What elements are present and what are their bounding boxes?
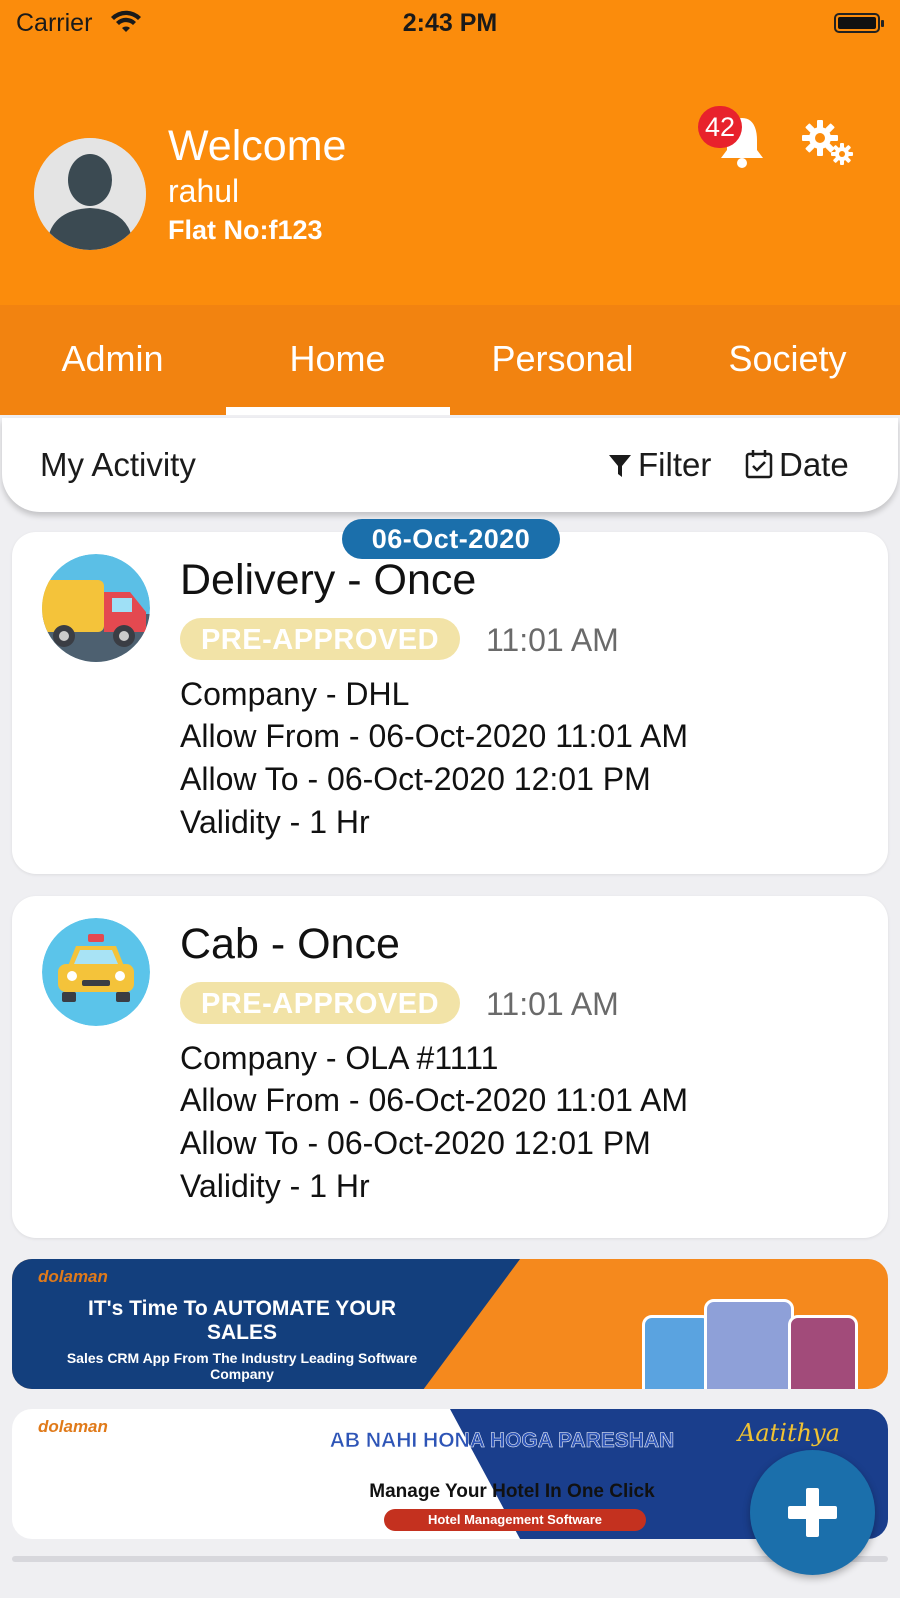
taxi-cab-icon: [42, 918, 150, 1026]
notification-badge: 42: [698, 106, 742, 148]
banner-headline: AB NAHI HONA HOGA PARESHAN: [329, 1429, 675, 1453]
activity-header: My Activity Filter Date: [2, 418, 898, 512]
avatar[interactable]: [34, 138, 146, 250]
calendar-icon: [745, 450, 773, 479]
card-allow-from: Allow From - 06-Oct-2020 11:01 AM: [180, 1082, 689, 1118]
card-allow-to: Allow To - 06-Oct-2020 12:01 PM: [180, 1125, 651, 1161]
card-time: 11:01 AM: [486, 622, 619, 658]
battery-icon: [834, 13, 884, 33]
clock: 2:43 PM: [402, 9, 498, 37]
date-group-pill: 06-Oct-2020: [342, 519, 560, 559]
card-allow-to: Allow To - 06-Oct-2020 12:01 PM: [180, 761, 651, 797]
activity-card-delivery[interactable]: Delivery - Once PRE-APPROVED 11:01 AM Co…: [12, 532, 888, 874]
banner-logo: dolaman: [38, 1417, 108, 1436]
username: rahul: [168, 173, 240, 209]
tab-admin[interactable]: Admin: [0, 305, 225, 415]
flat-number: Flat No:f123: [168, 215, 323, 245]
activity-title: My Activity: [40, 446, 196, 483]
card-allow-from: Allow From - 06-Oct-2020 11:01 AM: [180, 718, 689, 754]
tab-bar: Admin Home Personal Society: [0, 305, 900, 415]
ad-banner-sales-crm[interactable]: dolaman IT's Time To AUTOMATE YOUR SALES…: [12, 1259, 888, 1389]
delivery-truck-icon: [42, 554, 150, 662]
banner-headline: IT's Time To AUTOMATE YOUR SALES: [88, 1297, 396, 1344]
date-button[interactable]: Date: [745, 446, 849, 484]
filter-icon: [609, 455, 631, 477]
card-company: Company - DHL: [180, 676, 410, 712]
status-badge: PRE-APPROVED: [180, 618, 460, 660]
user-silhouette-icon: [34, 138, 146, 250]
settings-gear-icon[interactable]: [800, 118, 856, 168]
banner-logo: dolaman: [38, 1267, 108, 1286]
banner-subline: Sales CRM App From The Industry Leading …: [66, 1350, 418, 1382]
card-validity: Validity - 1 Hr: [180, 804, 370, 840]
banner-tag: Hotel Management Software: [384, 1509, 646, 1531]
status-badge: PRE-APPROVED: [180, 982, 460, 1024]
tab-society[interactable]: Society: [675, 305, 900, 415]
card-validity: Validity - 1 Hr: [180, 1168, 370, 1204]
welcome-text: Welcome: [168, 122, 347, 170]
date-label: Date: [779, 446, 849, 483]
card-title: Cab - Once: [180, 920, 400, 968]
app-header: Carrier 2:43 PM Welcome rahul Flat No:f1…: [0, 0, 900, 305]
filter-button[interactable]: Filter: [608, 446, 711, 484]
filter-label: Filter: [638, 446, 712, 483]
card-company: Company - OLA #1111: [180, 1040, 499, 1076]
add-button[interactable]: [750, 1450, 875, 1575]
tab-home[interactable]: Home: [225, 305, 450, 415]
card-time: 11:01 AM: [486, 986, 619, 1022]
banner-subline: Manage Your Hotel In One Click: [369, 1481, 655, 1502]
activity-card-cab[interactable]: Cab - Once PRE-APPROVED 11:01 AM Company…: [12, 896, 888, 1238]
banner-brand: Aatithya: [738, 1419, 840, 1447]
next-banner-peek: [12, 1556, 888, 1562]
status-bar: Carrier 2:43 PM: [0, 0, 900, 50]
tab-personal[interactable]: Personal: [450, 305, 675, 415]
card-title: Delivery - Once: [180, 556, 477, 604]
